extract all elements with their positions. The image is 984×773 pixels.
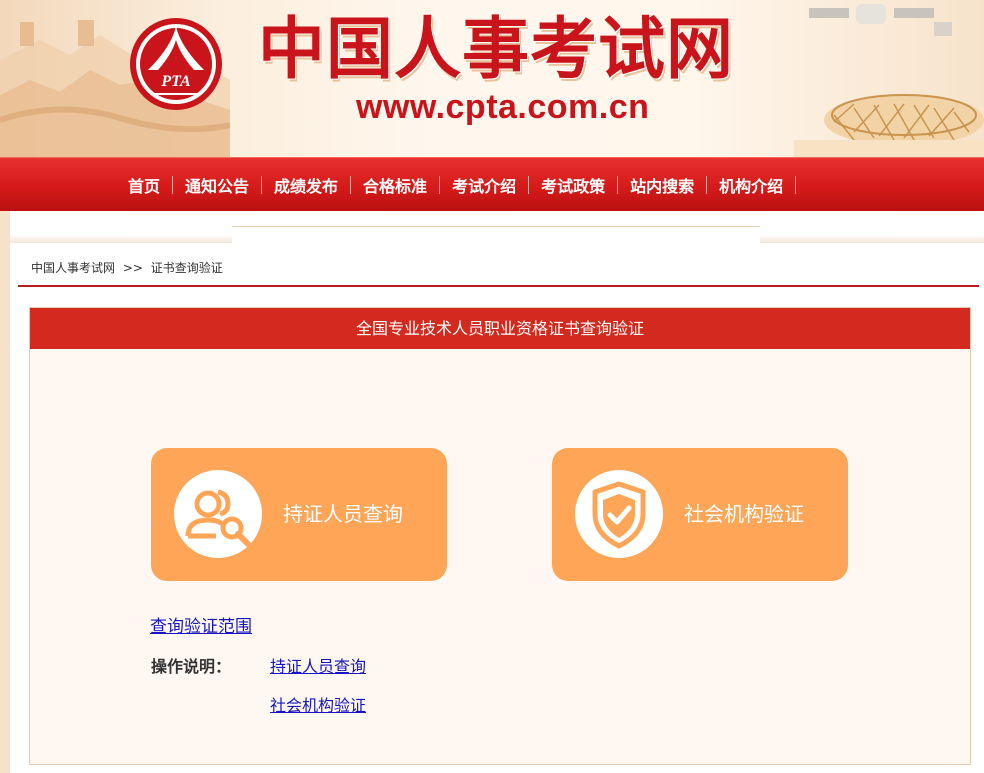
breadcrumb-divider — [18, 285, 979, 287]
main-nav: 首页 通知公告 成绩发布 合格标准 考试介绍 考试政策 站内搜索 机构介绍 — [0, 157, 984, 212]
page-side-border — [0, 211, 10, 773]
site-url: www.cpta.com.cn — [356, 88, 650, 126]
instructions-label: 操作说明： — [151, 657, 232, 676]
breadcrumb: 中国人事考试网 >> 证书查询验证 — [31, 259, 223, 276]
sub-bar-tab — [232, 226, 760, 243]
stadium-illustration — [794, 94, 984, 157]
instruction-link-institution-verify[interactable]: 社会机构验证 — [270, 692, 366, 716]
nav-separator — [795, 176, 797, 194]
nav-items: 首页 通知公告 成绩发布 合格标准 考试介绍 考试政策 站内搜索 机构介绍 — [118, 158, 798, 212]
nav-separator — [350, 176, 352, 194]
nav-item-search[interactable]: 站内搜索 — [620, 173, 704, 197]
satellite-illustration — [809, 4, 952, 36]
nav-separator — [439, 176, 441, 194]
nav-separator — [528, 176, 530, 194]
holder-query-button[interactable]: 持证人员查询 — [151, 448, 447, 581]
institution-verify-button[interactable]: 社会机构验证 — [552, 448, 848, 581]
nav-item-standards[interactable]: 合格标准 — [353, 173, 437, 197]
panel-title: 全国专业技术人员职业资格证书查询验证 — [30, 308, 970, 349]
instruction-link-holder-query[interactable]: 持证人员查询 — [270, 653, 366, 677]
nav-item-scores[interactable]: 成绩发布 — [264, 173, 348, 197]
person-search-icon — [174, 470, 262, 558]
logo-text: PTA — [160, 73, 191, 90]
nav-separator — [706, 176, 708, 194]
nav-item-exams[interactable]: 考试介绍 — [442, 173, 526, 197]
query-scope-link[interactable]: 查询验证范围 — [150, 612, 252, 637]
breadcrumb-separator: >> — [122, 261, 143, 275]
nav-item-notices[interactable]: 通知公告 — [175, 173, 259, 197]
nav-item-home[interactable]: 首页 — [118, 173, 170, 197]
shield-check-icon — [575, 470, 663, 558]
nav-separator — [261, 176, 263, 194]
nav-item-policies[interactable]: 考试政策 — [531, 173, 615, 197]
pta-logo: PTA — [130, 18, 222, 110]
institution-verify-label: 社会机构验证 — [684, 502, 804, 526]
nav-separator — [617, 176, 619, 194]
nav-separator — [172, 176, 174, 194]
site-title: 中国人事考试网 — [258, 10, 734, 88]
nav-item-about[interactable]: 机构介绍 — [709, 173, 793, 197]
breadcrumb-home-link[interactable]: 中国人事考试网 — [31, 261, 115, 275]
breadcrumb-current: 证书查询验证 — [150, 261, 223, 275]
header-banner: PTA 中国人事考试网 www.cpta.com.cn — [0, 0, 984, 157]
holder-query-label: 持证人员查询 — [283, 502, 403, 526]
